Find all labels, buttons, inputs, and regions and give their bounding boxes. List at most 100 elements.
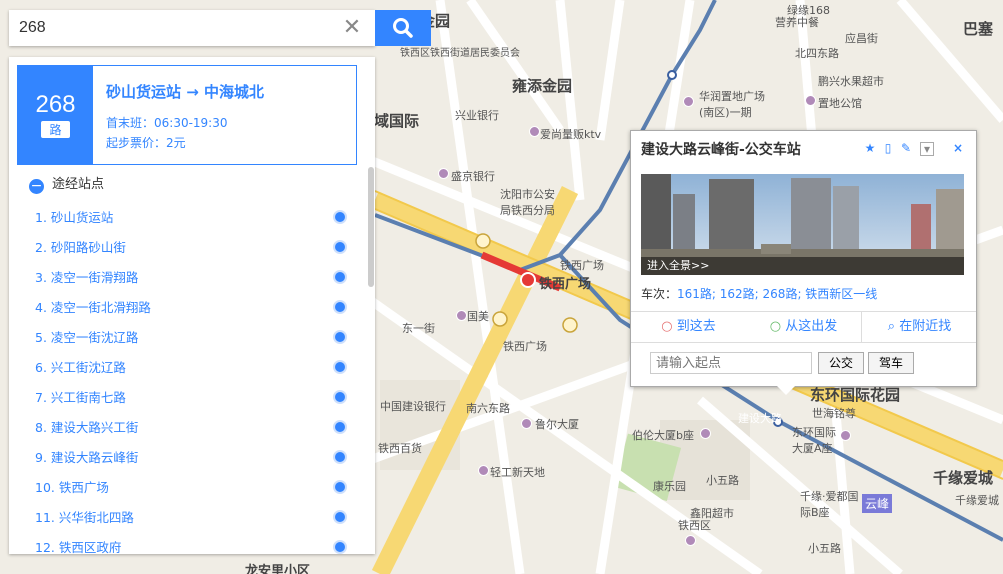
stop-item[interactable]: 3. 凌空一街滑翔路 xyxy=(35,267,347,289)
stop-label: 1. 砂山货运站 xyxy=(35,210,114,225)
location-pin-icon[interactable] xyxy=(333,330,347,344)
map-label: 绿缘168 xyxy=(787,4,830,17)
poi-marker[interactable] xyxy=(700,428,711,439)
route-tag: 路 xyxy=(41,121,70,138)
nearby-button[interactable]: ⌕ 在附近找 xyxy=(861,312,977,342)
location-pin-icon[interactable] xyxy=(333,540,347,554)
stop-item[interactable]: 12. 铁西区政府 xyxy=(35,537,347,554)
start-point-input[interactable] xyxy=(650,352,812,374)
map-label: 域国际 xyxy=(374,112,420,130)
location-pin-icon[interactable] xyxy=(333,510,347,524)
bus-lines: 车次：161路; 162路; 268路; 铁西新区一线 xyxy=(641,285,877,302)
from-here-label: 从这出发 xyxy=(785,319,838,334)
location-pin-icon[interactable] xyxy=(333,420,347,434)
drive-route-button[interactable]: 驾车 xyxy=(868,352,914,374)
location-pin-icon[interactable] xyxy=(333,390,347,404)
panorama-image[interactable]: 进入全景>> xyxy=(641,174,964,275)
lines-prefix: 车次： xyxy=(641,287,678,301)
bus-route-button[interactable]: 公交 xyxy=(818,352,864,374)
route-hours: 首末班：06:30-19:30 xyxy=(106,116,228,130)
stop-label: 12. 铁西区政府 xyxy=(35,540,122,554)
map-label: 千缘·爱都国际B座 xyxy=(800,490,859,519)
location-pin-icon[interactable] xyxy=(333,450,347,464)
dropdown-icon[interactable]: ▾ xyxy=(920,142,934,156)
map-label: 东环国际花园 xyxy=(810,386,901,404)
location-pin-icon[interactable] xyxy=(333,480,347,494)
stop-item[interactable]: 4. 凌空一街北滑翔路 xyxy=(35,297,347,319)
stop-label: 5. 凌空一街沈辽路 xyxy=(35,330,139,345)
stop-item[interactable]: 1. 砂山货运站 xyxy=(35,207,347,229)
map-label: 铁西广场 xyxy=(539,277,592,292)
popup-actions: ○ 到这去 ○ 从这出发 ⌕ 在附近找 xyxy=(631,311,976,343)
collapse-icon[interactable]: − xyxy=(29,179,44,194)
poi-marker[interactable] xyxy=(529,126,540,137)
map-label: 巴塞 xyxy=(963,20,994,38)
stop-label: 3. 凌空一街滑翔路 xyxy=(35,270,139,285)
poi-marker[interactable] xyxy=(840,430,851,441)
clear-icon[interactable]: ✕ xyxy=(339,16,365,40)
location-pin-icon[interactable] xyxy=(333,240,347,254)
enter-panorama-link[interactable]: 进入全景>> xyxy=(641,257,964,275)
stop-item[interactable]: 8. 建设大路兴工街 xyxy=(35,417,347,439)
map-label: 世海铭尊 xyxy=(812,407,856,420)
location-pin-icon[interactable] xyxy=(333,210,347,224)
map-label: 铁西区铁西街道居民委员会 xyxy=(400,48,520,59)
map-label: 龙安里小区 xyxy=(245,564,311,574)
poi-marker[interactable] xyxy=(478,465,489,476)
stop-item[interactable]: 2. 砂阳路砂山街 xyxy=(35,237,347,259)
map-label: 雍添金园 xyxy=(512,77,573,95)
to-here-button[interactable]: ○ 到这去 xyxy=(631,312,747,342)
route-card[interactable]: 268 路 砂山货运站 → 中海城北 首末班：06:30-19:30 起步票价：… xyxy=(17,65,357,165)
map-label: 盛京银行 xyxy=(451,170,495,183)
to-here-label: 到这去 xyxy=(676,319,716,334)
map-label: 铁西百货 xyxy=(378,442,422,455)
search-icon xyxy=(393,18,413,38)
map-label: 千缘爱城 xyxy=(955,494,999,507)
edit-icon[interactable]: ✎ xyxy=(900,142,912,154)
stop-item[interactable]: 9. 建设大路云峰街 xyxy=(35,447,347,469)
location-pin-icon[interactable] xyxy=(333,300,347,314)
poi-marker[interactable] xyxy=(805,95,816,106)
stop-item[interactable]: 6. 兴工街沈辽路 xyxy=(35,357,347,379)
stop-item[interactable]: 7. 兴工街南七路 xyxy=(35,387,347,409)
stops-header-label: 途经站点 xyxy=(52,177,105,192)
from-here-button[interactable]: ○ 从这出发 xyxy=(746,312,861,342)
poi-marker[interactable] xyxy=(521,418,532,429)
star-icon[interactable]: ★ xyxy=(864,142,876,154)
map-label: 鲁尔大厦 xyxy=(535,418,579,431)
map-label: 东一街 xyxy=(402,322,435,335)
map-label: 康乐园 xyxy=(653,480,686,493)
popup-title: 建设大路云峰街-公交车站 xyxy=(641,142,801,158)
close-icon[interactable]: × xyxy=(952,142,964,154)
stop-item[interactable]: 5. 凌空一街沈辽路 xyxy=(35,327,347,349)
stop-item[interactable]: 10. 铁西广场 xyxy=(35,477,347,499)
poi-marker[interactable] xyxy=(456,310,467,321)
search-input[interactable] xyxy=(9,10,329,46)
map-label: 爱尚量贩ktv xyxy=(540,128,602,141)
location-pin-icon[interactable] xyxy=(333,270,347,284)
map-label: 铁西广场 xyxy=(560,259,604,272)
stop-label: 7. 兴工街南七路 xyxy=(35,390,126,405)
search-button[interactable] xyxy=(375,10,431,46)
poi-marker[interactable] xyxy=(685,535,696,546)
scrollbar[interactable] xyxy=(368,167,374,287)
map-label: 置地公馆 xyxy=(818,97,862,110)
stop-label: 6. 兴工街沈辽路 xyxy=(35,360,126,375)
lines-list[interactable]: 161路; 162路; 268路; 铁西新区一线 xyxy=(677,287,877,301)
poi-marker[interactable] xyxy=(683,96,694,107)
stop-label: 4. 凌空一街北滑翔路 xyxy=(35,300,151,315)
poi-marker[interactable] xyxy=(438,168,449,179)
map-label: 铁西广场 xyxy=(503,340,547,353)
stops-header[interactable]: − 途经站点 xyxy=(29,173,104,194)
phone-icon[interactable]: ▯ xyxy=(882,142,894,154)
map-label: 东环国际大厦A座 xyxy=(792,426,836,455)
map-label: 南六东路 xyxy=(466,402,510,415)
map-label: 国美 xyxy=(467,310,489,323)
location-pin-icon[interactable] xyxy=(333,360,347,374)
stop-item[interactable]: 11. 兴华街北四路 xyxy=(35,507,347,529)
stop-label: 10. 铁西广场 xyxy=(35,480,109,495)
map-label: 沈阳市公安局铁西分局 xyxy=(500,188,555,217)
stop-label: 8. 建设大路兴工街 xyxy=(35,420,139,435)
map-label: 云峰 xyxy=(862,494,893,513)
map-label: 中国建设银行 xyxy=(380,400,446,413)
